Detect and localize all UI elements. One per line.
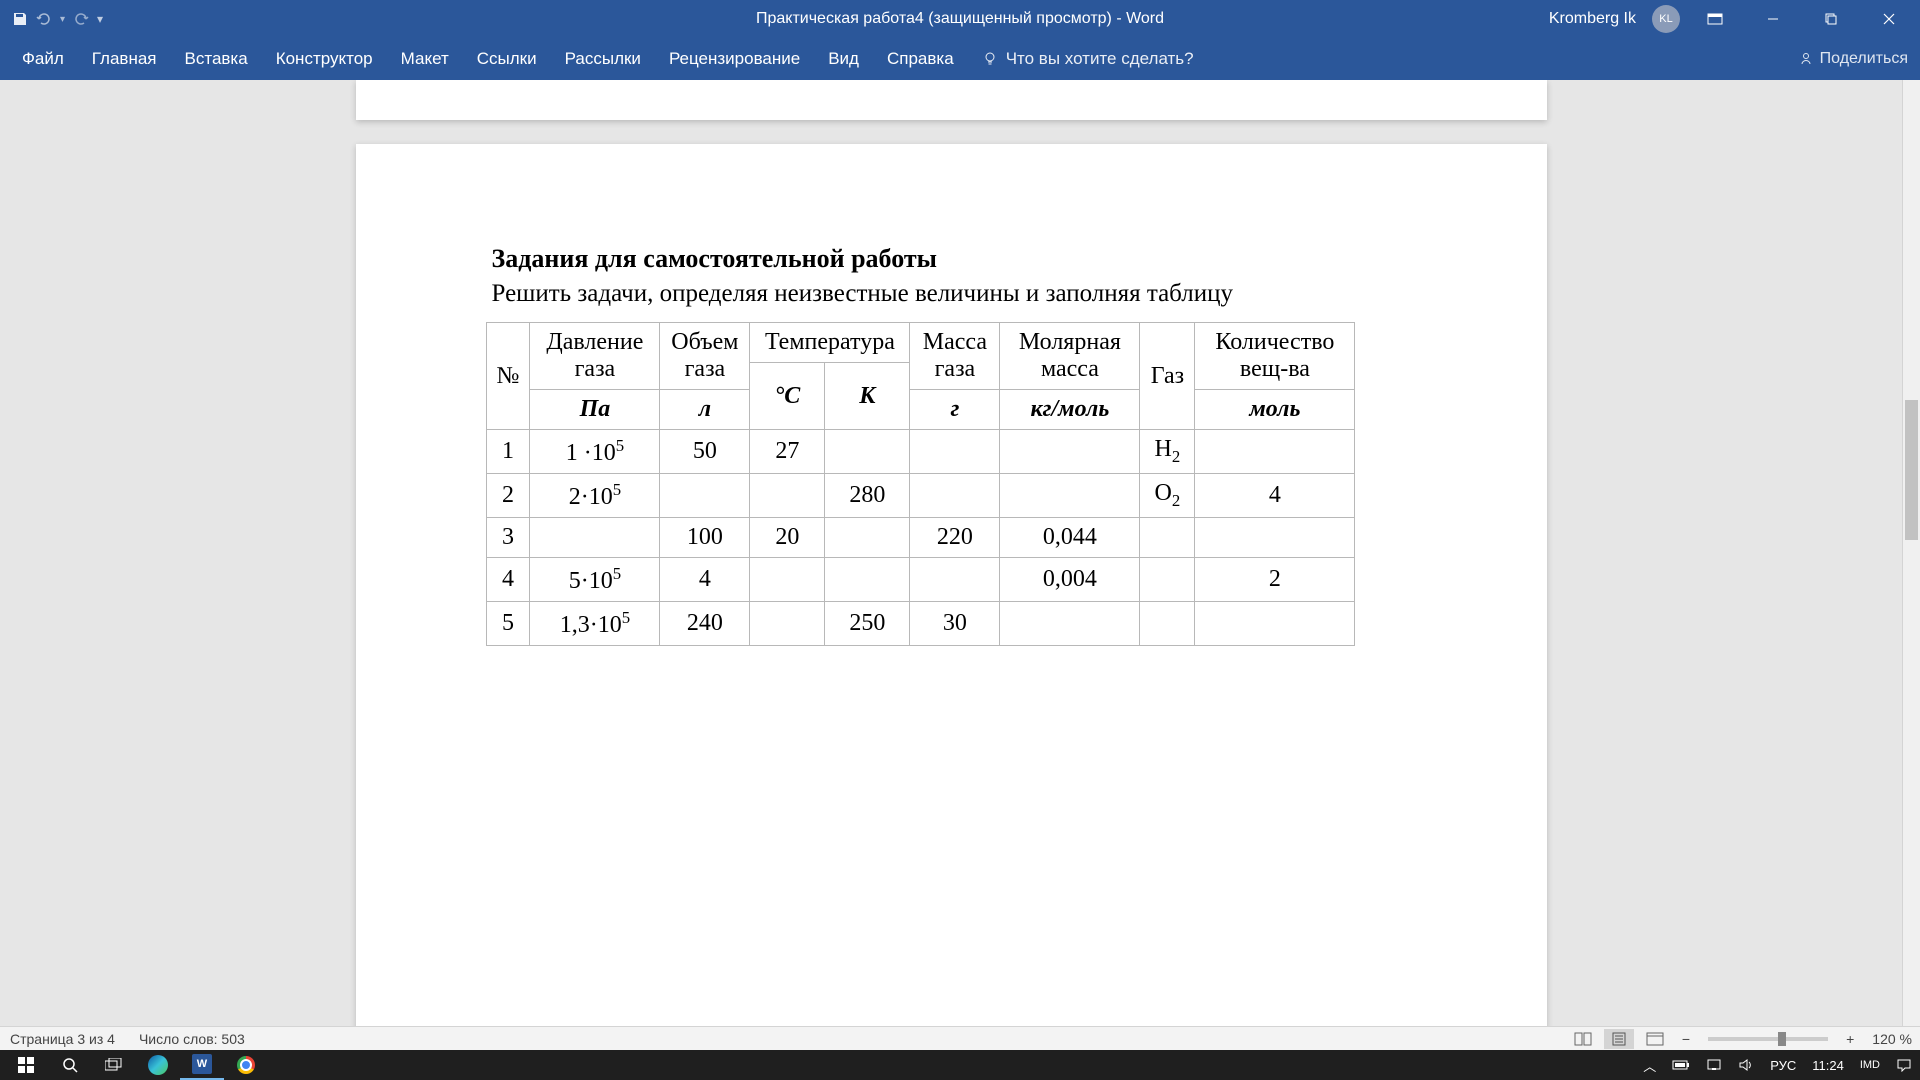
tell-me-label: Что вы хотите сделать?	[1006, 49, 1194, 69]
tab-mailings[interactable]: Рассылки	[551, 39, 655, 79]
lightbulb-icon	[982, 51, 998, 67]
zoom-in-button[interactable]: +	[1840, 1031, 1860, 1047]
word-app[interactable]: W	[180, 1050, 224, 1080]
minimize-button[interactable]	[1750, 0, 1796, 38]
battery-icon[interactable]	[1664, 1050, 1698, 1080]
zoom-out-button[interactable]: −	[1676, 1031, 1696, 1047]
tab-file[interactable]: Файл	[8, 39, 78, 79]
chrome-app[interactable]	[224, 1050, 268, 1080]
tab-insert[interactable]: Вставка	[171, 39, 262, 79]
edge-app[interactable]	[136, 1050, 180, 1080]
maximize-button[interactable]	[1808, 0, 1854, 38]
table-header-row: №Давление газаОбъем газаТемператураМасса…	[486, 323, 1355, 363]
user-name[interactable]: Kromberg Ik	[1549, 10, 1636, 28]
clock[interactable]: 11:24	[1804, 1050, 1852, 1080]
ribbon-tabs: Файл Главная Вставка Конструктор Макет С…	[0, 38, 1920, 80]
status-bar: Страница 3 из 4 Число слов: 503 − + 120 …	[0, 1026, 1920, 1050]
search-button[interactable]	[48, 1050, 92, 1080]
share-button[interactable]: Поделиться	[1798, 50, 1908, 68]
data-table: №Давление газаОбъем газаТемператураМасса…	[486, 322, 1356, 646]
share-icon	[1798, 51, 1814, 67]
qat-customize-icon[interactable]: ▾	[97, 12, 103, 26]
window-title: Практическая работа4 (защищенный просмот…	[756, 10, 1164, 28]
taskbar: W ︿ РУС 11:24 IMD	[0, 1050, 1920, 1080]
document-page[interactable]: Задания для самостоятельной работы Решит…	[356, 144, 1547, 1026]
tab-layout[interactable]: Макет	[387, 39, 463, 79]
network-icon[interactable]	[1698, 1050, 1730, 1080]
volume-icon[interactable]	[1730, 1050, 1762, 1080]
qat-dropdown-icon[interactable]: ▾	[60, 14, 65, 25]
action-center-icon[interactable]	[1888, 1050, 1920, 1080]
word-count[interactable]: Число слов: 503	[139, 1031, 245, 1047]
table-row: 51,3·10524025030	[486, 602, 1355, 646]
doc-heading: Задания для самостоятельной работы	[486, 244, 1417, 274]
document-area: Задания для самостоятельной работы Решит…	[0, 80, 1902, 1026]
web-layout-button[interactable]	[1640, 1029, 1670, 1049]
read-mode-button[interactable]	[1568, 1029, 1598, 1049]
ime-icon[interactable]: IMD	[1852, 1050, 1888, 1080]
tab-home[interactable]: Главная	[78, 39, 171, 79]
table-row: 22·105280O24	[486, 474, 1355, 518]
start-button[interactable]	[4, 1050, 48, 1080]
title-bar: ▾ ▾ Практическая работа4 (защищенный про…	[0, 0, 1920, 38]
close-button[interactable]	[1866, 0, 1912, 38]
tab-view[interactable]: Вид	[814, 39, 873, 79]
quick-access-toolbar: ▾ ▾	[0, 11, 103, 27]
zoom-slider[interactable]	[1708, 1037, 1828, 1041]
doc-subheading: Решить задачи, определяя неизвестные вел…	[486, 280, 1417, 308]
scrollbar-thumb[interactable]	[1905, 400, 1918, 540]
tab-design[interactable]: Конструктор	[262, 39, 387, 79]
table-row: 45·10540,0042	[486, 558, 1355, 602]
table-row: 3100202200,044	[486, 518, 1355, 558]
print-layout-button[interactable]	[1604, 1029, 1634, 1049]
tab-help[interactable]: Справка	[873, 39, 968, 79]
table-row: 11 ·1055027H2	[486, 430, 1355, 474]
undo-icon[interactable]	[36, 11, 52, 27]
share-label: Поделиться	[1820, 50, 1908, 68]
ribbon-display-icon[interactable]	[1692, 0, 1738, 38]
previous-page-edge	[356, 80, 1547, 120]
language-indicator[interactable]: РУС	[1762, 1050, 1804, 1080]
tab-references[interactable]: Ссылки	[463, 39, 551, 79]
redo-icon[interactable]	[73, 11, 89, 27]
tray-chevron-icon[interactable]: ︿	[1635, 1050, 1664, 1080]
avatar[interactable]: KL	[1652, 5, 1680, 33]
tell-me-search[interactable]: Что вы хотите сделать?	[968, 49, 1208, 69]
save-icon[interactable]	[12, 11, 28, 27]
page-status[interactable]: Страница 3 из 4	[10, 1031, 115, 1047]
zoom-level[interactable]: 120 %	[1872, 1031, 1912, 1047]
tab-review[interactable]: Рецензирование	[655, 39, 814, 79]
vertical-scrollbar[interactable]	[1902, 80, 1920, 1026]
task-view-button[interactable]	[92, 1050, 136, 1080]
